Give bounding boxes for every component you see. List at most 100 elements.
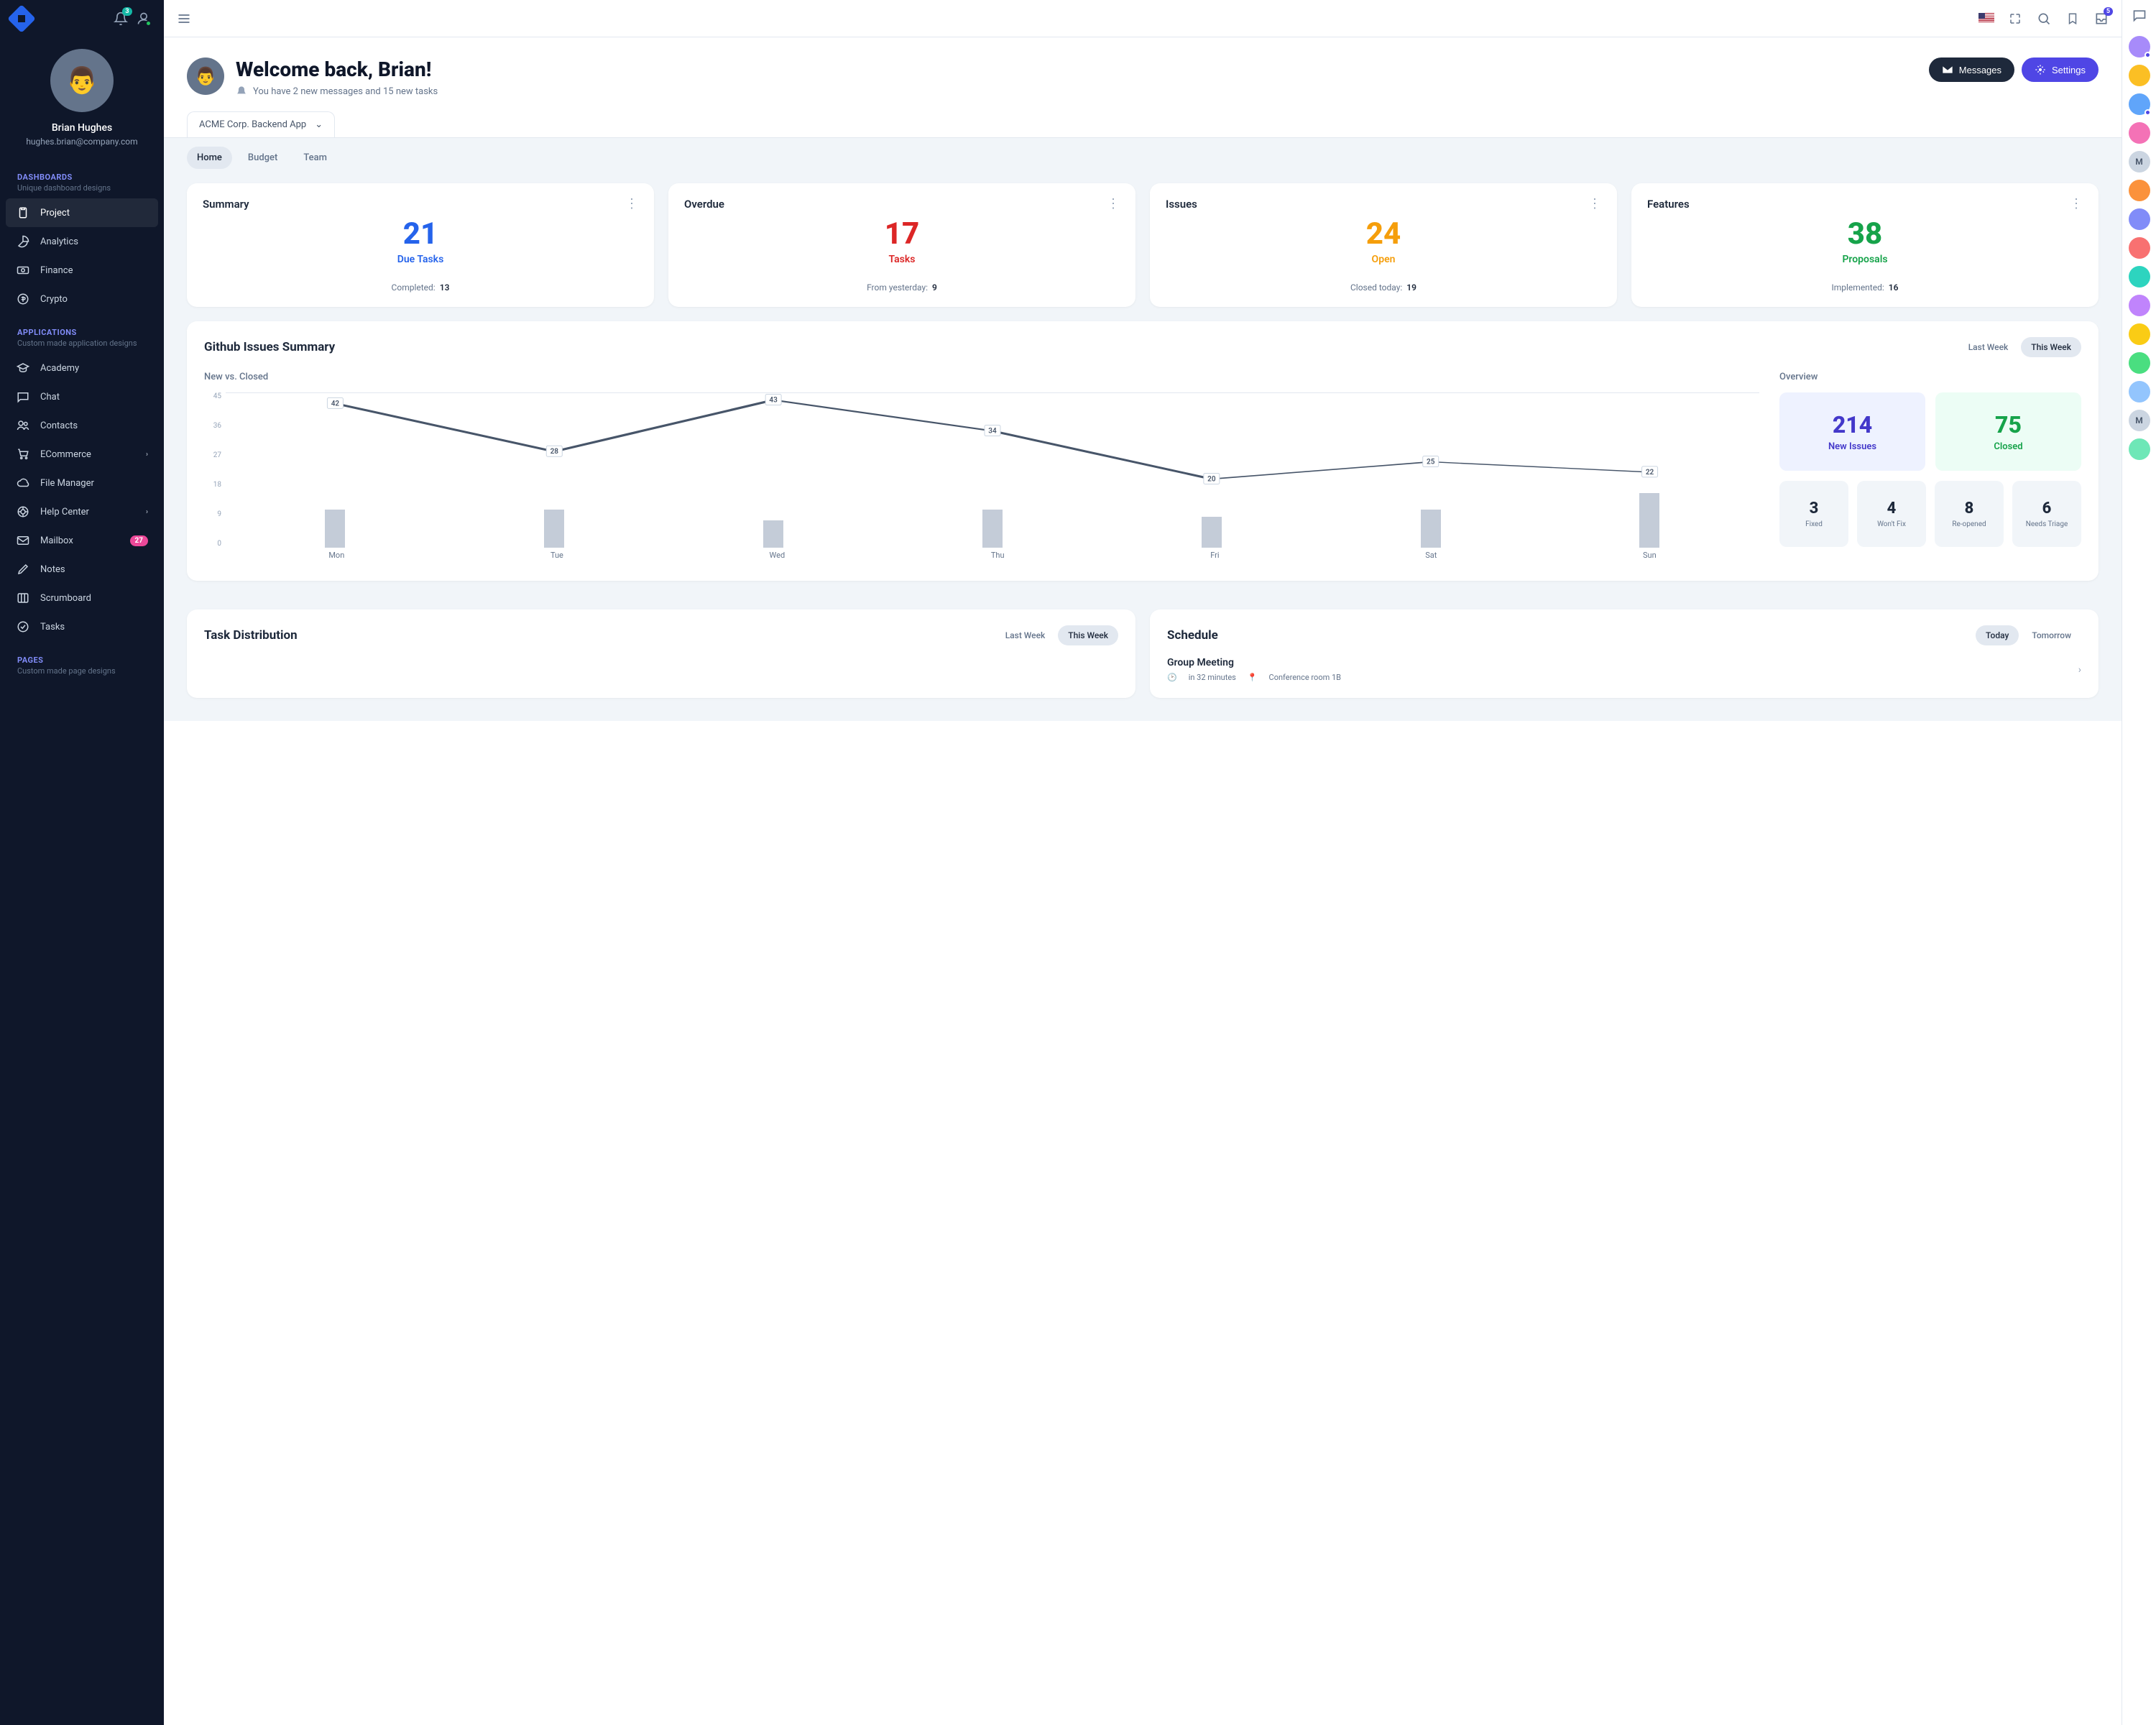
task-distribution-card: Task Distribution Last WeekThis Week [187,610,1135,698]
cart-icon [16,447,30,461]
contact-avatar[interactable] [2129,295,2150,316]
inbox-icon[interactable]: 5 [2093,10,2110,27]
stat-footer: From yesterday:9 [684,282,1120,293]
topbar: 5 [164,0,2122,37]
sidebar-item-label: Notes [40,564,65,575]
contact-avatar[interactable] [2129,438,2150,460]
overview-won-t-fix: 4Won't Fix [1857,481,1926,547]
stat-value: 21 [203,219,638,249]
project-selector[interactable]: ACME Corp. Backend App ⌄ [187,111,335,137]
segment-tomorrow[interactable]: Tomorrow [2022,625,2081,645]
language-flag[interactable] [1978,10,1995,27]
user-email: hughes.brian@company.com [11,137,152,147]
svg-text:20: 20 [1207,475,1216,483]
user-status-icon[interactable] [135,10,152,27]
svg-text:25: 25 [1427,459,1435,466]
messages-button[interactable]: Messages [1929,58,2014,82]
chevron-right-icon: › [2078,664,2081,676]
segment-this-week[interactable]: This Week [1058,625,1118,645]
card-menu-icon[interactable]: ⋮ [1588,198,1601,211]
sidebar-item-file-manager[interactable]: File Manager [6,469,158,497]
svg-text:22: 22 [1646,469,1654,477]
sidebar-item-finance[interactable]: Finance [6,256,158,285]
segment-last-week[interactable]: Last Week [1958,337,2019,357]
sidebar-item-contacts[interactable]: Contacts [6,411,158,440]
board-icon [16,591,30,605]
inbox-badge: 5 [2104,7,2113,16]
sidebar-item-project[interactable]: Project [6,198,158,227]
section-title: PAGES [17,656,147,665]
chat-panel-icon[interactable] [2132,7,2147,23]
card-menu-icon[interactable]: ⋮ [625,198,638,211]
stat-value: 17 [684,219,1120,249]
app-logo[interactable] [7,4,36,33]
tab-budget[interactable]: Budget [238,147,287,169]
cloud-icon [16,476,30,490]
sidebar-item-ecommerce[interactable]: ECommerce› [6,440,158,469]
gear-icon [2035,64,2046,75]
sidebar-item-label: Academy [40,363,79,374]
schedule-item[interactable]: Group Meeting🕑in 32 minutes📍Conference r… [1167,657,2081,682]
contact-avatar[interactable] [2129,266,2150,288]
notifications-icon[interactable]: 3 [112,10,129,27]
overview-closed: 75Closed [1935,392,2081,471]
card-menu-icon[interactable]: ⋮ [2070,198,2083,211]
header-subtitle: You have 2 new messages and 15 new tasks [253,86,438,97]
contact-avatar[interactable] [2129,36,2150,58]
contacts-rail: MM [2122,0,2156,1725]
sidebar-item-tasks[interactable]: Tasks [6,612,158,641]
sidebar-item-help-center[interactable]: Help Center› [6,497,158,526]
sidebar-item-label: Mailbox [40,535,73,546]
sidebar: 3 👨 Brian Hughes hughes.brian@company.co… [0,0,164,1725]
stat-label: Due Tasks [203,254,638,265]
contact-avatar[interactable] [2129,93,2150,115]
stat-value: 24 [1166,219,1601,249]
mail-icon [16,533,30,548]
section-subtitle: Unique dashboard designs [17,183,147,193]
sidebar-item-label: Scrumboard [40,593,91,604]
contact-avatar[interactable] [2129,180,2150,201]
settings-button[interactable]: Settings [2022,58,2099,82]
card-menu-icon[interactable]: ⋮ [1107,198,1120,211]
page-title: Welcome back, Brian! [236,58,438,81]
sidebar-item-mailbox[interactable]: Mailbox27 [6,526,158,555]
user-avatar[interactable]: 👨 [50,49,114,112]
search-icon[interactable] [2035,10,2053,27]
fullscreen-icon[interactable] [2007,10,2024,27]
contact-avatar[interactable] [2129,208,2150,230]
section-title: APPLICATIONS [17,328,147,337]
sidebar-item-label: Analytics [40,236,78,247]
sidebar-item-scrumboard[interactable]: Scrumboard [6,584,158,612]
support-icon [16,505,30,519]
sidebar-item-chat[interactable]: Chat [6,382,158,411]
check-icon [16,620,30,634]
stat-label: Tasks [684,254,1120,265]
segment-today[interactable]: Today [1976,625,2019,645]
contact-avatar[interactable]: M [2129,151,2150,172]
contact-avatar[interactable] [2129,381,2150,402]
sidebar-item-academy[interactable]: Academy [6,354,158,382]
sidebar-item-notes[interactable]: Notes [6,555,158,584]
contact-avatar[interactable] [2129,65,2150,86]
segment-this-week[interactable]: This Week [2021,337,2081,357]
currency-icon [16,292,30,306]
segment-last-week[interactable]: Last Week [995,625,1056,645]
sidebar-item-analytics[interactable]: Analytics [6,227,158,256]
contact-avatar[interactable]: M [2129,410,2150,431]
contact-avatar[interactable] [2129,122,2150,144]
cash-icon [16,263,30,277]
contact-avatar[interactable] [2129,352,2150,374]
contact-avatar[interactable] [2129,323,2150,345]
contact-avatar[interactable] [2129,237,2150,259]
stat-footer: Implemented:16 [1647,282,2083,293]
sidebar-item-label: Project [40,208,70,218]
overview-fixed: 3Fixed [1779,481,1848,547]
bookmark-icon[interactable] [2064,10,2081,27]
sidebar-item-crypto[interactable]: Crypto [6,285,158,313]
tab-team[interactable]: Team [293,147,337,169]
tab-home[interactable]: Home [187,147,232,169]
chevron-down-icon: ⌄ [315,119,323,130]
github-issues-card: Github Issues Summary Last WeekThis Week… [187,321,2099,581]
stat-footer: Completed:13 [203,282,638,293]
menu-toggle-icon[interactable] [175,10,193,27]
